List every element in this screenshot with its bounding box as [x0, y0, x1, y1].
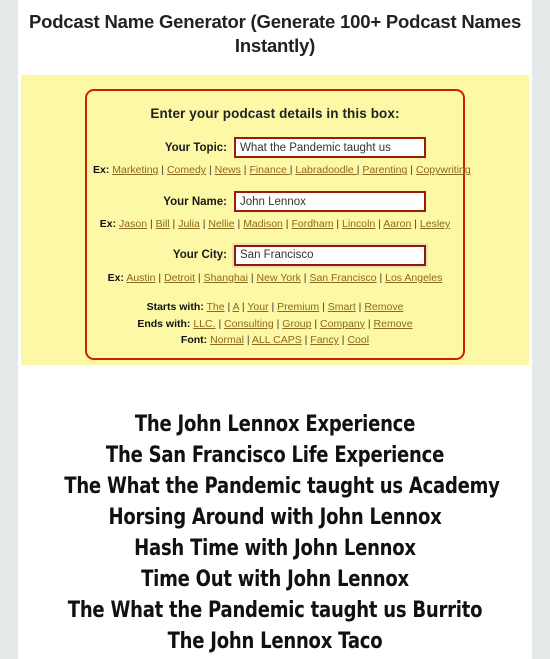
example-link-detroit[interactable]: Detroit: [164, 272, 195, 284]
field-row-city: Your City:: [93, 244, 457, 266]
option-row-font: Font: Normal | ALL CAPS | Fancy | Cool: [93, 332, 457, 348]
example-link-marketing[interactable]: Marketing: [112, 164, 158, 176]
ends-with-consulting[interactable]: Consulting: [224, 318, 274, 330]
label-font: Font:: [180, 333, 208, 346]
font-normal[interactable]: Normal: [210, 334, 244, 346]
ends-with-company[interactable]: Company: [320, 318, 365, 330]
form-heading: Enter your podcast details in this box:: [150, 106, 400, 122]
option-row-ends-with: Ends with: LLC. | Consulting | Group | C…: [93, 316, 457, 332]
examples-name-label: Ex:: [99, 218, 117, 231]
font-cool[interactable]: Cool: [347, 334, 369, 346]
page-title: Podcast Name Generator (Generate 100+ Po…: [28, 11, 522, 56]
example-link-labradoodle[interactable]: Labradoodle: [295, 164, 356, 176]
examples-topic: Ex: Marketing | Comedy | News | Finance …: [93, 163, 471, 178]
example-link-nellie[interactable]: Nellie: [208, 218, 234, 230]
generated-name-item[interactable]: The John Lennox Taco: [64, 626, 485, 657]
starts-with-your[interactable]: Your: [247, 301, 268, 313]
example-link-comedy[interactable]: Comedy: [167, 164, 206, 176]
generated-name-item[interactable]: Horsing Around with John Lennox: [64, 502, 485, 533]
starts-with-the[interactable]: The: [206, 301, 224, 313]
examples-topic-label: Ex:: [93, 164, 110, 177]
font-all-caps[interactable]: ALL CAPS: [252, 334, 302, 346]
ends-with-llc[interactable]: LLC.: [193, 318, 215, 330]
example-link-madison[interactable]: Madison: [243, 218, 283, 230]
example-link-julia[interactable]: Julia: [178, 218, 200, 230]
starts-with-remove[interactable]: Remove: [364, 301, 403, 313]
example-link-lesley[interactable]: Lesley: [420, 218, 450, 230]
ends-with-choices: LLC. | Consulting | Group | Company | Re…: [193, 317, 413, 330]
input-your-city[interactable]: [234, 244, 426, 266]
examples-name-links: Jason | Bill | Julia | Nellie | Madison …: [119, 218, 451, 231]
label-starts-with: Starts with:: [146, 301, 204, 314]
field-row-name: Your Name:: [93, 191, 457, 213]
example-link-fordham[interactable]: Fordham: [291, 218, 333, 230]
content-card: Podcast Name Generator (Generate 100+ Po…: [18, 0, 532, 659]
example-link-san-francisco[interactable]: San Francisco: [309, 272, 376, 284]
example-link-new-york[interactable]: New York: [257, 272, 301, 284]
example-link-austin[interactable]: Austin: [126, 272, 155, 284]
example-link-copywriting[interactable]: Copywriting: [416, 164, 471, 176]
example-link-lincoln[interactable]: Lincoln: [342, 218, 375, 230]
podcast-details-box: Enter your podcast details in this box: …: [85, 89, 471, 361]
example-link-los-angeles[interactable]: Los Angeles: [385, 272, 442, 284]
field-row-topic: Your Topic:: [93, 137, 457, 159]
generated-name-item[interactable]: The San Francisco Life Experience: [64, 440, 485, 471]
starts-with-smart[interactable]: Smart: [328, 301, 356, 313]
font-fancy[interactable]: Fancy: [310, 334, 339, 346]
generated-name-item[interactable]: The John Lennox Experience: [64, 409, 485, 440]
example-link-parenting[interactable]: Parenting: [362, 164, 407, 176]
input-your-name[interactable]: [234, 191, 426, 213]
label-your-topic: Your Topic:: [164, 141, 227, 154]
example-link-jason[interactable]: Jason: [119, 218, 147, 230]
generated-name-item[interactable]: Hash Time with John Lennox: [64, 533, 485, 564]
label-your-name: Your Name:: [163, 195, 227, 208]
starts-with-premium[interactable]: Premium: [277, 301, 319, 313]
example-link-finance[interactable]: Finance: [249, 164, 289, 176]
option-row-starts-with: Starts with: The | A | Your | Premium | …: [93, 299, 457, 315]
ends-with-remove[interactable]: Remove: [374, 318, 413, 330]
example-link-aaron[interactable]: Aaron: [383, 218, 411, 230]
starts-with-choices: The | A | Your | Premium | Smart | Remov…: [206, 301, 404, 314]
examples-topic-links: Marketing | Comedy | News | Finance | La…: [112, 164, 471, 177]
ends-with-group[interactable]: Group: [282, 318, 311, 330]
input-your-topic[interactable]: [234, 137, 426, 159]
example-link-news[interactable]: News: [215, 164, 241, 176]
options-block: Starts with: The | A | Your | Premium | …: [93, 299, 457, 348]
generated-names-list: The John Lennox Experience The San Franc…: [18, 409, 532, 659]
examples-city: Ex: Austin | Detroit | Shanghai | New Yo…: [93, 271, 457, 286]
generated-name-item[interactable]: Time Out with John Lennox: [64, 564, 485, 595]
examples-city-links: Austin | Detroit | Shanghai | New York |…: [126, 271, 443, 284]
label-ends-with: Ends with:: [137, 317, 191, 330]
label-your-city: Your City:: [172, 249, 227, 262]
example-link-bill[interactable]: Bill: [156, 218, 170, 230]
generated-name-item[interactable]: The What the Pandemic taught us Burrito: [64, 595, 485, 626]
podcast-details-panel: Enter your podcast details in this box: …: [21, 75, 529, 366]
generated-name-item[interactable]: The What the Pandemic taught us Academy: [64, 471, 500, 502]
example-link-shanghai[interactable]: Shanghai: [204, 272, 248, 284]
examples-name: Ex: Jason | Bill | Julia | Nellie | Madi…: [93, 217, 457, 232]
page-root: Podcast Name Generator (Generate 100+ Po…: [0, 0, 550, 659]
examples-city-label: Ex:: [107, 271, 124, 284]
font-choices: Normal | ALL CAPS | Fancy | Cool: [210, 333, 370, 346]
